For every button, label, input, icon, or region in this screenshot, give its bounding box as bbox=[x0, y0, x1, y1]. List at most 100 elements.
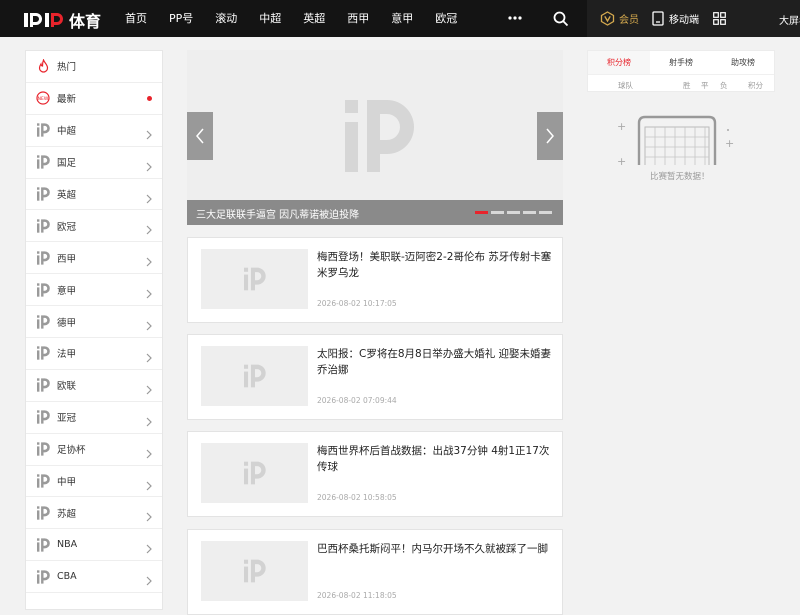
carousel-caption[interactable]: 三大足联联手逼宫 因凡蒂诺被迫投降 bbox=[196, 206, 359, 221]
chevron-right-icon bbox=[146, 476, 152, 491]
news-title[interactable]: 巴西杯桑托斯闷平！内马尔开场不久就被踩了一脚 bbox=[317, 541, 555, 557]
col-draws: 平 bbox=[701, 81, 709, 90]
sidebar-item[interactable]: 中甲 bbox=[26, 466, 162, 498]
sidebar-item-label: 欧冠 bbox=[57, 221, 77, 233]
news-title[interactable]: 太阳报：C罗将在8月8日举办盛大婚礼 迎娶未婚妻乔治娜 bbox=[317, 346, 555, 378]
tab-assists[interactable]: 助攻榜 bbox=[712, 51, 774, 74]
news-title[interactable]: 梅西登场！美职联-迈阿密2-2哥伦布 苏牙传射卡塞米罗乌龙 bbox=[317, 249, 555, 281]
nav-item[interactable]: 中超 bbox=[248, 0, 292, 37]
nav-item[interactable]: 欧冠 bbox=[424, 0, 468, 37]
news-card[interactable]: 梅西世界杯后首战数据：出战37分钟 4射1正17次传球 2026-08-02 1… bbox=[187, 431, 563, 517]
tab-points[interactable]: 积分榜 bbox=[588, 51, 650, 74]
nav-item[interactable]: 滚动 bbox=[204, 0, 248, 37]
chevron-right-icon bbox=[546, 128, 554, 144]
standings-tabs: 积分榜 射手榜 助攻榜 bbox=[588, 51, 774, 74]
vip-button[interactable]: 会员 bbox=[600, 11, 639, 26]
pp-icon bbox=[36, 187, 50, 201]
carousel-caption-bar: 三大足联联手逼宫 因凡蒂诺被迫投降 bbox=[187, 200, 563, 225]
chevron-right-icon bbox=[146, 412, 152, 427]
more-icon[interactable] bbox=[505, 11, 525, 25]
chevron-right-icon bbox=[146, 157, 152, 172]
mobile-button[interactable]: 移动端 bbox=[652, 11, 699, 26]
sidebar-item[interactable]: 西甲 bbox=[26, 242, 162, 275]
bigscreen-link[interactable]: 大屏看 bbox=[779, 12, 800, 27]
sidebar-item-label: 中超 bbox=[57, 126, 77, 138]
sidebar-item-label: CBA bbox=[57, 571, 77, 583]
pp-icon bbox=[36, 442, 50, 456]
nav-item[interactable]: 西甲 bbox=[336, 0, 380, 37]
sidebar-item[interactable]: 热门 bbox=[26, 51, 162, 83]
sidebar-item[interactable]: 英超 bbox=[26, 179, 162, 211]
pp-icon bbox=[36, 219, 50, 233]
sidebar-item[interactable]: 欧联 bbox=[26, 370, 162, 402]
carousel-next-button[interactable] bbox=[537, 112, 563, 160]
sidebar-item[interactable]: NEW 最新 bbox=[26, 83, 162, 115]
sidebar-item[interactable]: 中超 bbox=[26, 115, 162, 147]
carousel-dot[interactable] bbox=[475, 211, 488, 214]
carousel-prev-button[interactable] bbox=[187, 112, 213, 160]
pp-icon bbox=[36, 251, 50, 265]
sidebar-item[interactable]: 德甲 bbox=[26, 306, 162, 339]
search-icon[interactable] bbox=[552, 10, 570, 28]
grid-icon[interactable] bbox=[713, 12, 726, 25]
sidebar-item[interactable]: 欧冠 bbox=[26, 210, 162, 243]
chevron-right-icon bbox=[146, 539, 152, 554]
sidebar-item-label: 国足 bbox=[57, 158, 77, 170]
pp-icon bbox=[36, 538, 50, 552]
sidebar-item[interactable]: CBA bbox=[26, 561, 162, 594]
main-nav: 首页 PP号 滚动 中超 英超 西甲 意甲 欧冠 bbox=[114, 0, 468, 37]
sidebar-item-label: 热门 bbox=[57, 62, 77, 74]
carousel-indicators bbox=[475, 211, 552, 214]
pp-icon bbox=[36, 378, 50, 393]
sidebar-item[interactable]: 亚冠 bbox=[26, 402, 162, 434]
news-card[interactable]: 巴西杯桑托斯闷平！内马尔开场不久就被踩了一脚 2026-08-02 11:18:… bbox=[187, 529, 563, 615]
sidebar-item-label: 西甲 bbox=[57, 253, 77, 265]
nav-item[interactable]: 英超 bbox=[292, 0, 336, 37]
sidebar-item[interactable]: 国足 bbox=[26, 147, 162, 179]
chevron-right-icon bbox=[146, 284, 152, 299]
news-card[interactable]: 太阳报：C罗将在8月8日举办盛大婚礼 迎娶未婚妻乔治娜 2026-08-02 0… bbox=[187, 334, 563, 420]
nav-item[interactable]: 首页 bbox=[114, 0, 158, 37]
news-thumbnail bbox=[201, 541, 308, 601]
standings-header: 球队 胜 平 负 积分 bbox=[588, 74, 774, 92]
carousel-dot[interactable] bbox=[491, 211, 504, 214]
placeholder-logo-icon bbox=[243, 461, 266, 485]
new-icon: NEW bbox=[36, 91, 50, 105]
sidebar-item-label: 亚冠 bbox=[57, 413, 77, 425]
chevron-right-icon bbox=[146, 316, 152, 331]
carousel-dot[interactable] bbox=[523, 211, 536, 214]
carousel-dot[interactable] bbox=[539, 211, 552, 214]
category-sidebar: 热门 NEW 最新中超国足英超欧冠西甲意甲 德甲法甲欧联亚冠足协杯 中甲 苏超 NBA CBA bbox=[25, 50, 163, 610]
empty-goal-icon: + + + bbox=[617, 115, 734, 168]
pp-icon bbox=[36, 410, 50, 424]
sidebar-item[interactable]: 足协杯 bbox=[26, 434, 162, 466]
news-card[interactable]: 梅西登场！美职联-迈阿密2-2哥伦布 苏牙传射卡塞米罗乌龙 2026-08-02… bbox=[187, 237, 563, 323]
top-navigation-bar: 体育 首页 PP号 滚动 中超 英超 西甲 意甲 欧冠 会员 移动端 大屏 bbox=[0, 0, 800, 37]
pp-logo-icon bbox=[24, 13, 63, 27]
pp-icon bbox=[36, 314, 50, 329]
pp-icon bbox=[36, 570, 50, 584]
chevron-right-icon bbox=[146, 507, 152, 522]
chevron-right-icon bbox=[146, 252, 152, 267]
placeholder-logo-icon bbox=[243, 364, 266, 388]
sidebar-item[interactable]: 意甲 bbox=[26, 274, 162, 307]
mobile-label: 移动端 bbox=[669, 15, 699, 26]
sidebar-item-label: 最新 bbox=[57, 94, 77, 106]
tab-scorers[interactable]: 射手榜 bbox=[650, 51, 712, 74]
sidebar-item[interactable]: NBA bbox=[26, 529, 162, 562]
nav-item[interactable]: PP号 bbox=[158, 0, 204, 37]
nav-item[interactable]: 意甲 bbox=[380, 0, 424, 37]
sidebar-item-label: 欧联 bbox=[57, 381, 77, 393]
pptv-logo[interactable]: 体育 bbox=[24, 8, 101, 32]
col-losses: 负 bbox=[720, 81, 728, 90]
carousel-dot[interactable] bbox=[507, 211, 520, 214]
chevron-right-icon bbox=[146, 125, 152, 140]
chevron-right-icon bbox=[146, 189, 152, 203]
sidebar-item-label: 法甲 bbox=[57, 349, 77, 361]
sidebar-item[interactable]: 法甲 bbox=[26, 338, 162, 370]
news-title[interactable]: 梅西世界杯后首战数据：出战37分钟 4射1正17次传球 bbox=[317, 443, 555, 475]
placeholder-logo-icon bbox=[243, 559, 266, 583]
news-thumbnail bbox=[201, 249, 308, 309]
headline-carousel[interactable]: 三大足联联手逼宫 因凡蒂诺被迫投降 bbox=[187, 50, 563, 225]
sidebar-item[interactable]: 苏超 bbox=[26, 497, 162, 530]
